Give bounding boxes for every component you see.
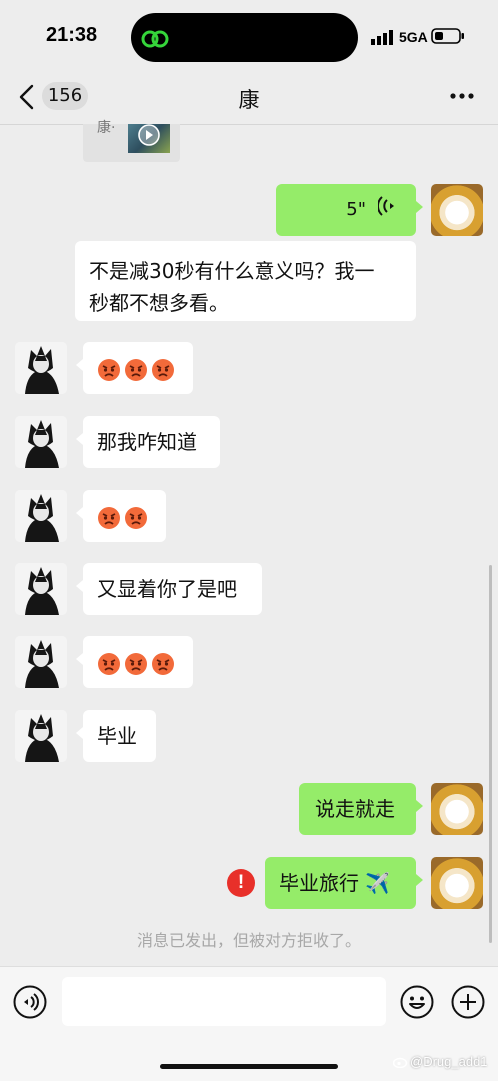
emoji-message[interactable] [76,490,166,542]
message-text: 又显着你了是吧 [97,577,237,601]
weibo-icon [393,1057,408,1068]
watermark: @Drug_add1 [410,1054,488,1069]
emoji-message[interactable] [76,342,193,394]
signal-icon [371,30,393,45]
friend-avatar[interactable] [15,416,67,468]
plus-icon[interactable] [451,985,485,1019]
smile-icon[interactable] [400,985,434,1019]
send-failed-icon[interactable]: ! [227,869,255,897]
angry-face-icon [152,358,174,381]
angry-face-icon [125,652,147,675]
voice-message[interactable]: 5" [276,184,423,236]
message-text: 毕业 [97,724,137,748]
voice-duration: 5" [346,199,366,220]
my-avatar[interactable] [431,184,483,236]
message-input[interactable] [62,977,386,1026]
home-indicator[interactable] [160,1064,338,1069]
friend-avatar[interactable] [15,563,67,615]
message-text: 说走就走 [315,797,395,821]
angry-face-icon [125,506,147,529]
text-message[interactable]: 又显着你了是吧 [76,563,262,615]
system-notice: 消息已发出，但被对方拒收了。 [136,931,361,950]
voice-wave-icon [378,196,394,216]
friend-avatar[interactable] [15,710,67,762]
my-avatar[interactable] [431,857,483,909]
message-line: 秒都不想多看。 [89,291,229,315]
message-text: 那我咋知道 [97,430,197,454]
link-icon [141,30,169,48]
text-message[interactable]: 说走就走 [299,783,423,835]
angry-face-icon [152,652,174,675]
more-dots-icon[interactable] [450,92,474,100]
friend-avatar[interactable] [15,342,67,394]
my-avatar[interactable] [431,783,483,835]
message-text: 毕业旅行 ✈️ [279,871,391,895]
friend-avatar[interactable] [15,636,67,688]
angry-face-icon [98,506,120,529]
text-message[interactable]: 那我咋知道 [76,416,220,468]
shared-card-text: 康· [97,120,116,136]
angry-face-icon [125,358,147,381]
status-time: 21:38 [46,24,98,46]
chat-title: 康 [238,88,260,112]
voice-input-icon[interactable] [13,985,47,1019]
emoji-message[interactable] [76,636,193,688]
angry-face-icon [98,358,120,381]
angry-face-icon [98,652,120,675]
network-label: 5GA [399,29,428,45]
play-icon[interactable] [136,124,162,150]
message-line: 不是减30秒有什么意义吗？我一 [89,259,375,283]
text-message[interactable]: 毕业 [76,710,156,762]
battery-icon [431,28,464,44]
text-message[interactable]: 毕业旅行 ✈️ [265,857,423,909]
text-message[interactable]: 不是减30秒有什么意义吗？我一 秒都不想多看。 [75,241,416,321]
scrollbar[interactable] [489,565,492,943]
friend-avatar[interactable] [15,490,67,542]
